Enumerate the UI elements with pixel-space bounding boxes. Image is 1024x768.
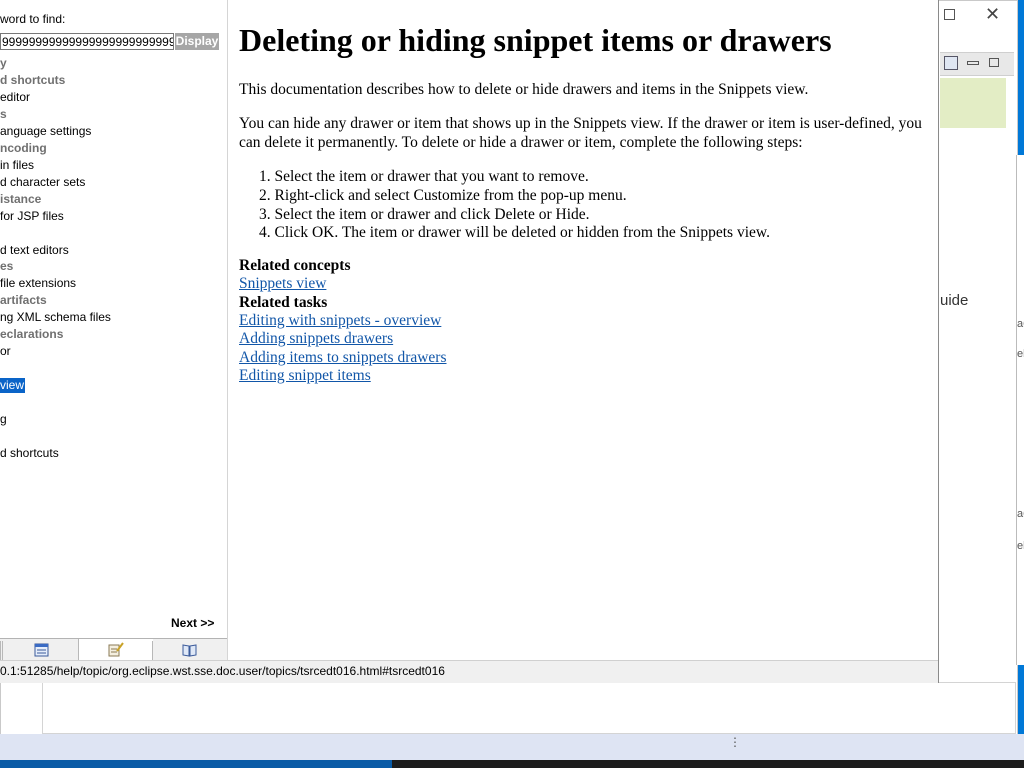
close-icon[interactable]: ✕ [985, 4, 1000, 25]
restore-view-icon[interactable] [989, 58, 999, 67]
intro-paragraph: This documentation describes how to dele… [239, 81, 809, 98]
tree-item[interactable]: y [0, 56, 7, 71]
background-bottom-panel [42, 682, 1016, 734]
step-item: 1. Select the item or drawer that you wa… [259, 168, 589, 185]
tree-item[interactable]: d text editors [0, 243, 69, 258]
background-glyph: ek [1017, 348, 1024, 360]
step-item: 4. Click OK. The item or drawer will be … [259, 224, 770, 241]
minimize-view-icon[interactable] [967, 61, 979, 65]
display-button[interactable]: Display [175, 33, 219, 50]
view-menu-icon[interactable] [944, 56, 958, 70]
tree-item[interactable]: eclarations [0, 327, 63, 342]
background-status-bar [0, 734, 1024, 760]
tree-item[interactable]: or [0, 344, 11, 359]
page-title: Deleting or hiding snippet items or draw… [239, 22, 832, 58]
status-bar: 0.1:51285/help/topic/org.eclipse.wst.sse… [0, 660, 938, 683]
tree-item[interactable]: artifacts [0, 293, 47, 308]
tree-item[interactable]: anguage settings [0, 124, 91, 139]
step-item: 3. Select the item or drawer and click D… [259, 206, 590, 223]
book-icon [182, 644, 197, 657]
contents-icon [34, 643, 49, 657]
search-label: word to find: [0, 12, 66, 26]
related-tasks-heading: Related tasks [239, 294, 328, 311]
resize-grip-icon[interactable]: ⋮ [729, 736, 741, 748]
help-document: Deleting or hiding snippet items or draw… [229, 0, 929, 660]
tree-item[interactable]: ncoding [0, 141, 47, 156]
tree-item[interactable]: for JSP files [0, 209, 64, 224]
related-task-link[interactable]: Editing with snippets - overview [239, 312, 441, 330]
tree-item[interactable]: file extensions [0, 276, 76, 291]
bookmarks-tab[interactable] [152, 641, 227, 660]
body-paragraph: You can hide any drawer or item that sho… [239, 115, 922, 151]
search-results-icon [108, 642, 124, 657]
tree-item[interactable]: d character sets [0, 175, 85, 190]
tree-item[interactable]: editor [0, 90, 30, 105]
tree-item[interactable]: ng XML schema files [0, 310, 111, 325]
related-task-link[interactable]: Adding snippets drawers [239, 330, 393, 348]
related-task-link[interactable]: Adding items to snippets drawers [239, 349, 447, 367]
help-window: word to find: Display y d shortcuts edit… [0, 0, 939, 683]
background-glyph: a6 [1017, 318, 1024, 330]
background-right-strip [1016, 155, 1024, 665]
tree-item[interactable]: s [0, 107, 7, 122]
highlight-panel [940, 78, 1006, 128]
related-task-link[interactable]: Editing snippet items [239, 367, 371, 385]
maximize-icon[interactable] [944, 9, 955, 20]
next-link[interactable]: Next >> [171, 616, 214, 630]
tree-item[interactable]: d shortcuts [0, 73, 65, 88]
tree-item[interactable]: es [0, 259, 13, 274]
taskbar-segment [0, 760, 392, 768]
tree-item[interactable]: g [0, 412, 7, 427]
status-url: 0.1:51285/help/topic/org.eclipse.wst.sse… [0, 664, 445, 678]
background-glyph: a6 [1017, 508, 1024, 520]
background-partial-label: uide [940, 292, 969, 309]
contents-tab[interactable] [2, 641, 79, 660]
step-item: 2. Right-click and select Customize from… [259, 187, 627, 204]
search-results-tab[interactable] [78, 639, 153, 660]
background-glyph: ek [1017, 540, 1024, 552]
tree-item-selected[interactable]: view [0, 377, 27, 394]
help-navigation-pane: word to find: Display y d shortcuts edit… [0, 0, 228, 660]
tree-item[interactable]: d shortcuts [0, 446, 59, 461]
tree-item[interactable]: in files [0, 158, 34, 173]
tree-item[interactable]: istance [0, 192, 41, 207]
search-input[interactable] [0, 33, 174, 50]
related-concept-link[interactable]: Snippets view [239, 275, 326, 293]
related-concepts-heading: Related concepts [239, 257, 351, 274]
